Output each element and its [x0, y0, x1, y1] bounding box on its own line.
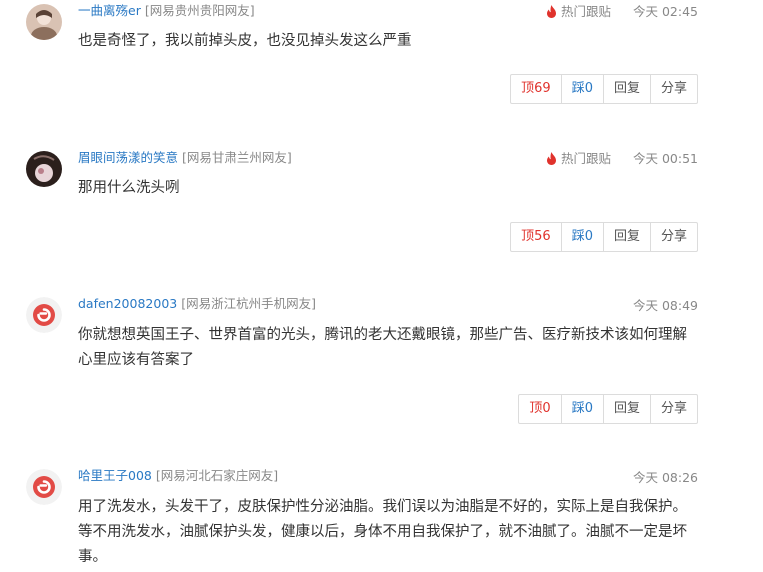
upvote-button[interactable]: 顶69	[511, 75, 561, 103]
avatar-photo-icon	[26, 151, 62, 187]
comment-right-meta: 热门跟贴 今天 02:45	[546, 3, 698, 21]
username-link[interactable]: dafen20082003	[78, 296, 177, 311]
comment-meta: 眉眼间荡漾的笑意 [网易甘肃兰州网友]	[78, 149, 292, 167]
comment-right-meta: 今天 08:26	[633, 469, 698, 487]
user-location: [网易河北石家庄网友]	[155, 468, 279, 483]
comment-text: 你就想想英国王子、世界首富的光头，腾讯的老大还戴眼镜，那些广告、医疗新技术该如何…	[78, 327, 687, 368]
comment-time: 今天 08:49	[633, 298, 698, 313]
reply-button[interactable]: 回复	[602, 223, 650, 251]
username-link[interactable]: 哈里王子008	[78, 468, 152, 483]
hot-post-label: 热门跟贴	[560, 4, 611, 19]
downvote-button[interactable]: 踩0	[560, 223, 603, 251]
netease-default-avatar-icon	[26, 297, 62, 333]
upvote-button[interactable]: 顶0	[519, 395, 560, 423]
user-avatar[interactable]	[26, 4, 62, 40]
upvote-button[interactable]: 顶56	[511, 223, 561, 251]
comment-item: dafen20082003 [网易浙江杭州手机网友] 今天 08:49 你就想想英…	[0, 294, 763, 434]
user-avatar[interactable]	[26, 151, 62, 187]
downvote-button[interactable]: 踩0	[560, 75, 603, 103]
comment-meta: dafen20082003 [网易浙江杭州手机网友]	[78, 295, 316, 313]
downvote-button[interactable]: 踩0	[560, 395, 603, 423]
hot-post-badge[interactable]: 热门跟贴	[546, 3, 611, 23]
reply-button[interactable]: 回复	[602, 75, 650, 103]
user-avatar[interactable]	[26, 469, 62, 505]
comment-item: 眉眼间荡漾的笑意 [网易甘肃兰州网友] 热门跟贴 今天 00:51 那用什么洗头咧 …	[0, 148, 763, 268]
user-location: [网易贵州贵阳网友]	[144, 3, 255, 18]
comment-text: 用了洗发水，头发干了，皮肤保护性分泌油脂。我们误以为油脂是不好的，实际上是自我保…	[78, 499, 687, 565]
comment-text: 那用什么洗头咧	[78, 180, 180, 196]
comment-meta: 一曲离殇er [网易贵州贵阳网友]	[78, 2, 255, 20]
comment-meta: 哈里王子008 [网易河北石家庄网友]	[78, 467, 278, 485]
share-button[interactable]: 分享	[649, 223, 697, 251]
comment-item: 一曲离殇er [网易贵州贵阳网友] 热门跟贴 今天 02:45 也是奇怪了，我以前掉…	[0, 0, 763, 120]
comment-text: 也是奇怪了，我以前掉头皮，也没见掉头发这么严重	[78, 33, 412, 49]
username-link[interactable]: 一曲离殇er	[78, 3, 141, 18]
username-link[interactable]: 眉眼间荡漾的笑意	[78, 150, 178, 165]
comment-time: 今天 08:26	[633, 470, 698, 485]
reply-button[interactable]: 回复	[602, 395, 650, 423]
comment-time: 今天 02:45	[633, 4, 698, 19]
avatar-photo-icon	[26, 4, 62, 40]
user-location: [网易浙江杭州手机网友]	[181, 296, 316, 311]
hot-post-badge[interactable]: 热门跟贴	[546, 150, 611, 170]
netease-default-avatar-icon	[26, 469, 62, 505]
flame-icon	[546, 152, 557, 170]
comment-right-meta: 热门跟贴 今天 00:51	[546, 150, 698, 168]
comment-right-meta: 今天 08:49	[633, 297, 698, 315]
user-avatar[interactable]	[26, 297, 62, 333]
comment-time: 今天 00:51	[633, 151, 698, 166]
comment-actions: 顶69 踩0 回复 分享	[510, 74, 698, 104]
hot-post-label: 热门跟贴	[560, 151, 611, 166]
comment-actions: 顶56 踩0 回复 分享	[510, 222, 698, 252]
comment-actions: 顶0 踩0 回复 分享	[518, 394, 698, 424]
flame-icon	[546, 5, 557, 23]
user-location: [网易甘肃兰州网友]	[182, 150, 292, 165]
comment-item: 哈里王子008 [网易河北石家庄网友] 今天 08:26 用了洗发水，头发干了，皮…	[0, 466, 763, 572]
share-button[interactable]: 分享	[649, 75, 697, 103]
share-button[interactable]: 分享	[649, 395, 697, 423]
